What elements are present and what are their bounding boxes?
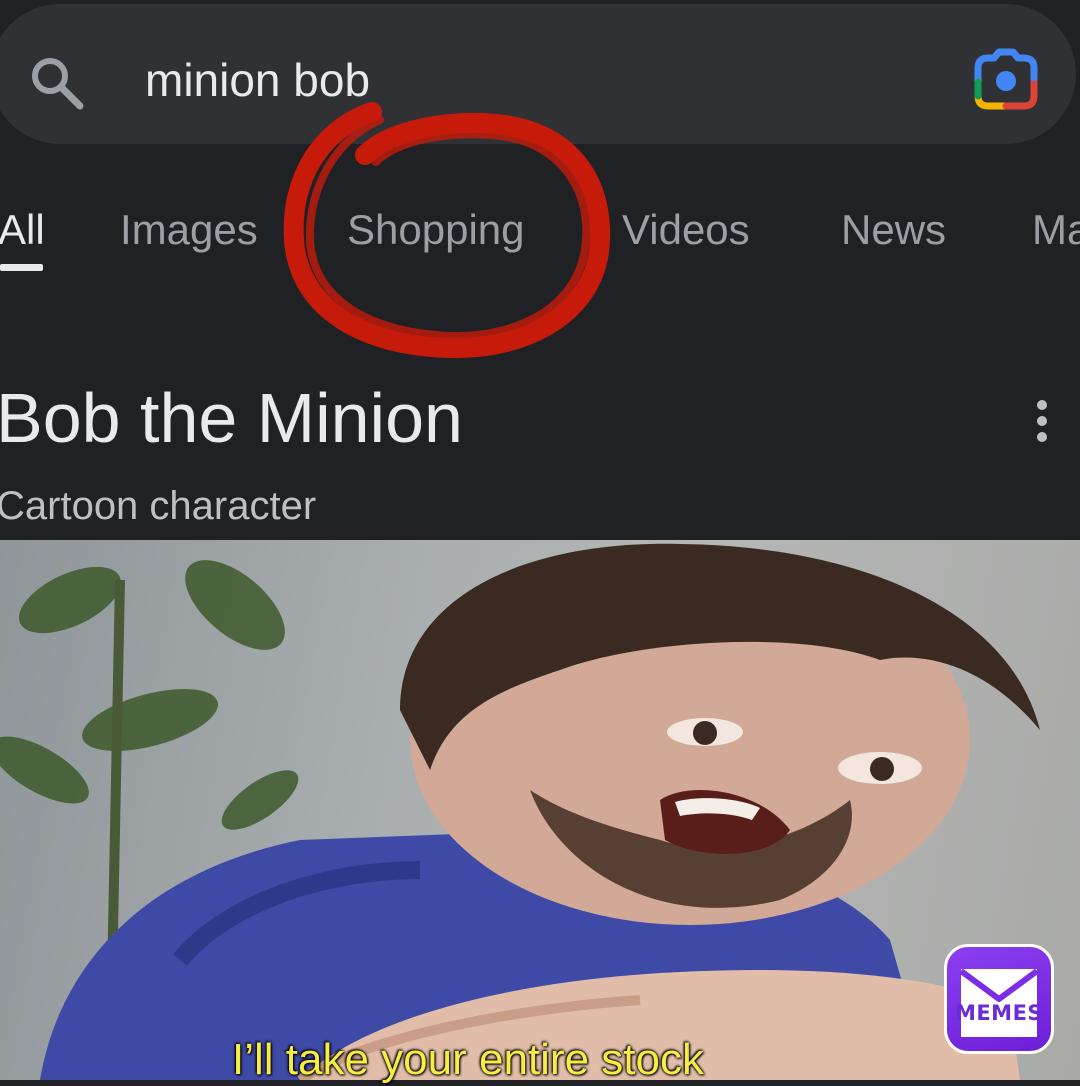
search-bar[interactable]: minion bob (0, 4, 1076, 144)
tab-news[interactable]: News (841, 204, 946, 256)
more-vert-icon[interactable] (1028, 396, 1060, 446)
search-input[interactable]: minion bob (145, 52, 370, 108)
search-icon[interactable] (26, 52, 86, 112)
memes-watermark-label: MEMES (954, 1001, 1044, 1025)
tab-shopping[interactable]: Shopping (347, 204, 525, 256)
active-tab-indicator (0, 264, 43, 271)
meme-illustration (0, 543, 1040, 1080)
tab-videos[interactable]: Videos (622, 204, 750, 256)
knowledge-panel-subtitle: Cartoon character (0, 484, 317, 528)
meme-caption: I’ll take your entire stock (232, 1035, 704, 1084)
search-tabs: All Images Shopping Videos News Ma (0, 196, 1080, 276)
meme-image (0, 540, 1080, 1080)
tab-maps[interactable]: Ma (1032, 204, 1080, 256)
envelope-icon (959, 968, 1039, 1037)
tab-images[interactable]: Images (120, 204, 258, 256)
tab-all[interactable]: All (0, 204, 45, 256)
google-lens-icon[interactable] (972, 48, 1040, 110)
memes-watermark-logo: MEMES (944, 944, 1054, 1054)
knowledge-panel-title: Bob the Minion (0, 379, 463, 457)
